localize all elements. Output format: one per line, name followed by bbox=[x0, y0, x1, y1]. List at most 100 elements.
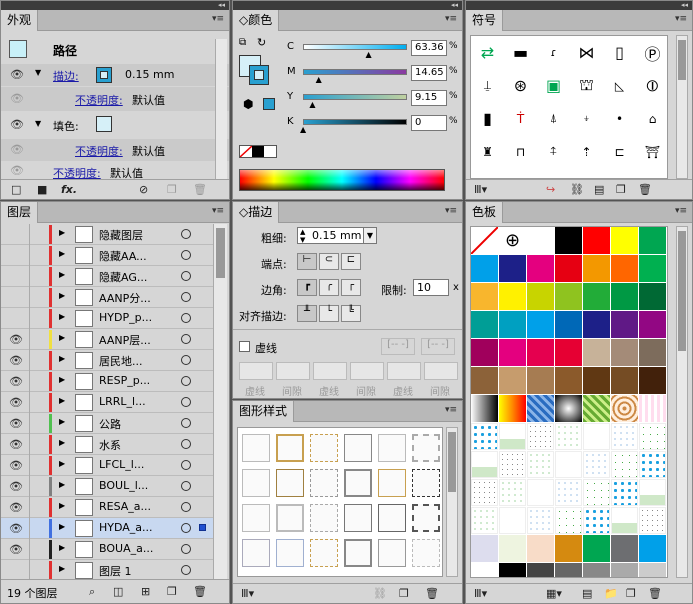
symbol-station-icon[interactable]: ▣ bbox=[537, 69, 570, 102]
graphic-style-swatch[interactable] bbox=[412, 504, 440, 532]
panel-menu-icon[interactable]: ▾≡ bbox=[675, 14, 687, 24]
layer-row[interactable]: 👁 ▶ 水系 bbox=[1, 434, 213, 455]
graphic-style-swatch[interactable] bbox=[276, 539, 304, 567]
layer-name[interactable]: 隐藏图层 bbox=[99, 227, 143, 243]
make-clipping-mask-icon[interactable]: ◫ bbox=[113, 585, 123, 599]
lock-column[interactable] bbox=[29, 245, 30, 266]
pattern-swatch[interactable] bbox=[555, 507, 582, 534]
pattern-swatch[interactable] bbox=[611, 479, 638, 506]
color-swatch[interactable] bbox=[583, 367, 610, 394]
expand-triangle-icon[interactable]: ▶ bbox=[59, 312, 65, 321]
opacity-link[interactable]: 不透明度: bbox=[53, 165, 101, 179]
color-swatch[interactable] bbox=[611, 255, 638, 282]
align-dashes-corners-button[interactable]: [-- -] bbox=[381, 338, 415, 355]
expand-triangle-icon[interactable]: ▶ bbox=[59, 501, 65, 510]
align-outside-button[interactable]: ╚ bbox=[341, 305, 361, 322]
visibility-eye-icon[interactable]: 👁 bbox=[9, 480, 23, 493]
stroke-row[interactable]: 👁 ▼ 描边: 0.15 mm bbox=[1, 64, 229, 86]
fx-menu-icon[interactable]: fx. bbox=[61, 183, 77, 197]
channel-input-k[interactable]: 0 bbox=[411, 115, 447, 131]
layers-scrollbar[interactable] bbox=[213, 224, 227, 580]
pattern-swatch[interactable] bbox=[471, 395, 498, 422]
color-swatch[interactable] bbox=[639, 283, 666, 310]
clear-appearance-icon[interactable]: ⊘ bbox=[139, 183, 148, 197]
limit-input[interactable]: 10 bbox=[413, 279, 449, 296]
selection-indicator-icon[interactable] bbox=[199, 524, 206, 531]
symbol-monument-icon[interactable]: ⍋ bbox=[537, 102, 570, 135]
swatch-options-icon[interactable]: ▤ bbox=[582, 587, 592, 601]
color-swatch[interactable] bbox=[527, 255, 554, 282]
dash-gap-input[interactable] bbox=[387, 362, 421, 380]
round-cap-button[interactable]: ⊂ bbox=[319, 253, 339, 270]
panel-menu-icon[interactable]: ▾≡ bbox=[445, 14, 457, 24]
visibility-eye-icon[interactable]: 👁 bbox=[9, 333, 23, 346]
color-swatch[interactable] bbox=[611, 367, 638, 394]
color-swatch[interactable] bbox=[555, 339, 582, 366]
layer-name[interactable]: AANP层... bbox=[99, 332, 151, 348]
add-stroke-icon[interactable]: □ bbox=[11, 183, 21, 197]
place-symbol-icon[interactable]: ↪ bbox=[546, 183, 555, 197]
default-colors-icon[interactable]: ⧉ bbox=[239, 37, 246, 48]
color-swatch[interactable] bbox=[611, 563, 638, 577]
tab-appearance[interactable]: 外观 bbox=[1, 10, 39, 31]
pattern-swatch[interactable] bbox=[583, 451, 610, 478]
layer-name[interactable]: HYDP_p... bbox=[99, 311, 152, 324]
layer-row[interactable]: 👁 ▶ BOUL_l... bbox=[1, 476, 213, 497]
layer-row[interactable]: 👁▶隐藏AG... bbox=[1, 266, 213, 287]
symbol-pin-icon[interactable]: ⍊ bbox=[471, 69, 504, 102]
target-circle-icon[interactable] bbox=[181, 334, 191, 344]
target-circle-icon[interactable] bbox=[181, 271, 191, 281]
color-swatch[interactable] bbox=[639, 255, 666, 282]
graphic-style-swatch[interactable] bbox=[412, 539, 440, 567]
channel-input-y[interactable]: 9.15 bbox=[411, 90, 447, 106]
stroke-opacity-row[interactable]: 👁 不透明度: 默认值 bbox=[1, 87, 229, 111]
color-swatch[interactable] bbox=[639, 227, 666, 254]
fill-label[interactable]: 填色: bbox=[53, 118, 79, 134]
color-swatch[interactable] bbox=[527, 563, 554, 577]
graphic-style-swatch[interactable] bbox=[276, 434, 304, 462]
butt-cap-button[interactable]: ⊢ bbox=[297, 253, 317, 270]
expand-triangle-icon[interactable]: ▶ bbox=[59, 564, 65, 573]
color-swatch[interactable] bbox=[583, 339, 610, 366]
graphic-style-swatch[interactable] bbox=[310, 504, 338, 532]
color-swatch[interactable] bbox=[583, 563, 610, 577]
color-swatch[interactable] bbox=[471, 339, 498, 366]
tab-symbols[interactable]: 符号 bbox=[466, 10, 504, 31]
target-circle-icon[interactable] bbox=[181, 355, 191, 365]
graphic-style-swatch[interactable] bbox=[242, 469, 270, 497]
layer-name[interactable]: BOUA_a... bbox=[99, 542, 153, 555]
pattern-swatch[interactable] bbox=[611, 423, 638, 450]
color-swatch[interactable] bbox=[555, 367, 582, 394]
pattern-swatch[interactable] bbox=[499, 507, 526, 534]
symbol-double-arrow-icon[interactable]: ⇄ bbox=[471, 36, 504, 69]
layer-row[interactable]: 👁 ▶ 公路 bbox=[1, 413, 213, 434]
symbol-tower-icon[interactable]: Ṫ bbox=[504, 102, 537, 135]
tab-swatches[interactable]: 色板 bbox=[466, 202, 504, 223]
visibility-eye-icon[interactable]: 👁 bbox=[9, 459, 23, 472]
color-spectrum-bar[interactable] bbox=[239, 169, 445, 191]
layer-row[interactable]: 👁 ▶ RESP_p... bbox=[1, 371, 213, 392]
symbol-well-icon[interactable]: ⊓ bbox=[504, 135, 537, 168]
tab-stroke[interactable]: ◇描边 bbox=[233, 202, 280, 223]
color-swatch[interactable] bbox=[611, 339, 638, 366]
graphic-style-swatch[interactable] bbox=[310, 539, 338, 567]
lock-column[interactable] bbox=[29, 434, 30, 455]
visibility-eye-icon[interactable]: 👁 bbox=[9, 375, 23, 388]
slider-handle-c[interactable]: ▲ bbox=[366, 50, 372, 59]
color-swatch[interactable] bbox=[471, 311, 498, 338]
graphic-style-swatch[interactable] bbox=[378, 504, 406, 532]
symbol-gate2-icon[interactable]: ⊏ bbox=[603, 135, 636, 168]
target-circle-icon[interactable] bbox=[181, 544, 191, 554]
graphic-style-swatch[interactable] bbox=[378, 539, 406, 567]
layer-name[interactable]: BOUL_l... bbox=[99, 479, 148, 492]
object-opacity-row[interactable]: 👁 不透明度: 默认值 bbox=[1, 163, 229, 179]
color-swatch[interactable] bbox=[555, 227, 582, 254]
tab-graphic-styles[interactable]: 图形样式 bbox=[233, 401, 295, 422]
graphic-style-swatch[interactable] bbox=[242, 504, 270, 532]
color-swatch[interactable] bbox=[527, 535, 554, 562]
slider-y[interactable] bbox=[303, 94, 407, 100]
stepper-icon[interactable]: ▲ ▼ bbox=[300, 228, 305, 244]
target-circle-icon[interactable] bbox=[181, 229, 191, 239]
color-swatch[interactable] bbox=[527, 339, 554, 366]
target-circle-icon[interactable] bbox=[181, 502, 191, 512]
